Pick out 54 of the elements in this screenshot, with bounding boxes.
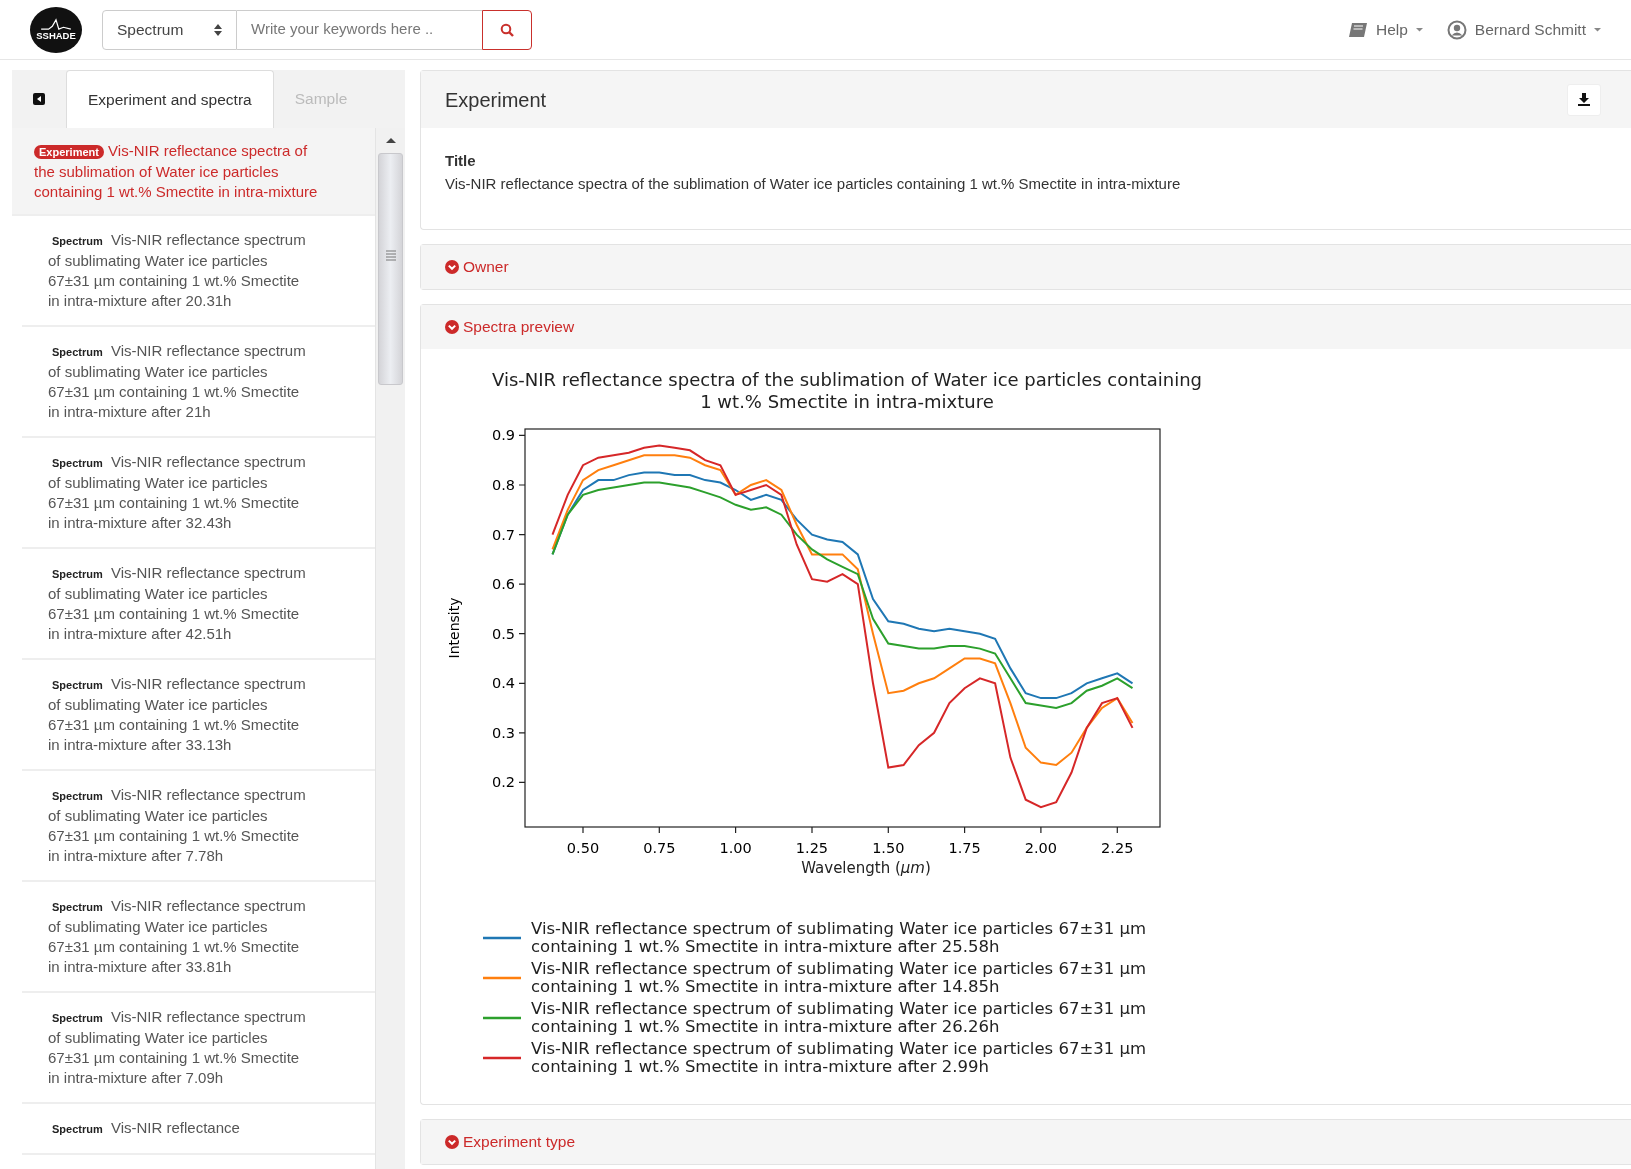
tick-label: 2.00 [1024,840,1058,856]
tick-label: 0.7 [491,526,515,543]
peak-icon [39,18,73,32]
panel-tab[interactable]: Experiment and spectra [66,70,274,128]
search-icon [500,22,514,37]
section-toggle[interactable]: Owner [445,255,509,279]
book-icon [1347,21,1368,38]
axis-label: Wavelength (µm) [800,858,932,879]
tick-label: 0.5 [491,625,515,642]
search-type-select[interactable]: Spectrum [102,9,237,50]
field-label: Title [445,151,477,171]
tick-label: 1.25 [795,840,829,856]
tick-label: 0.4 [491,675,515,692]
download-button[interactable] [1567,83,1601,116]
download-icon [1578,93,1590,106]
menu-link[interactable]: Help [1347,17,1423,42]
search-field[interactable]: Write your keywords here .. [237,9,482,50]
tick-label: 1.50 [872,840,905,856]
tick-label: 2.25 [1101,840,1134,856]
tick-label: 0.3 [491,724,515,741]
tick-label: 0.9 [491,427,515,444]
sort-caret-icon [214,23,222,36]
legend-label: Vis-NIR reflectance spectrum of sublimating Water ice particles 67±31 µm containing 1 wt.% Smectite in intra-mixture after 14.85h [531,959,1148,996]
result-item[interactable]: Experiment Vis-NIR reflectance spectra of the sublimation of Water ice particles containing 1 wt.% Smectite in intra-mixture [12,128,375,216]
scrollbar-thumb[interactable] [378,153,403,385]
search-button[interactable] [482,9,532,50]
card-title: Experiment [445,87,547,113]
logo-link[interactable]: SSHADE [30,6,82,53]
section-toggle[interactable]: Experiment type [445,1129,575,1154]
grip-icon [385,250,396,261]
axis-label: Intensity [447,597,462,659]
chart-title: Vis-NIR reflectance spectra of the sublimation of Water ice particles containing 1 wt.% Smectite in intra-mixture [492,369,1202,413]
user-icon [1446,19,1467,40]
tick-label: 1.00 [719,840,752,856]
chevron-circle-icon [445,320,459,334]
chevron-circle-icon [445,260,459,274]
collapse-icon [32,92,46,106]
tick-label: 0.50 [566,840,600,856]
scrollbar[interactable] [375,128,405,1169]
caret-icon [1415,27,1423,32]
legend-label: Vis-NIR reflectance spectrum of sublimating Water ice particles 67±31 µm containing 1 wt.% Smectite in intra-mixture after 25.58h [531,919,1148,956]
section-toggle[interactable]: Spectra preview [445,315,575,339]
tick-label: 0.75 [643,840,676,856]
field-value: Vis-NIR reflectance spectra of the sublimation of Water ice particles containing 1 wt.% Smectite in intra-mixture [445,173,1182,194]
tick-label: 1.75 [948,840,981,856]
tick-label: 0.2 [491,774,515,791]
legend-label: Vis-NIR reflectance spectrum of sublimating Water ice particles 67±31 µm containing 1 wt.% Smectite in intra-mixture after 2.99h [531,1039,1148,1076]
chevron-circle-icon [445,1134,459,1149]
caret-icon [1594,27,1601,32]
scroll-up-icon[interactable] [384,136,397,145]
tick-label: 0.8 [491,477,515,493]
legend-label: Vis-NIR reflectance spectrum of sublimating Water ice particles 67±31 µm containing 1 wt.% Smectite in intra-mixture after 26.26h [531,999,1148,1036]
tick-label: 0.6 [491,576,515,593]
menu-link[interactable]: Bernard Schmitt [1446,17,1601,42]
